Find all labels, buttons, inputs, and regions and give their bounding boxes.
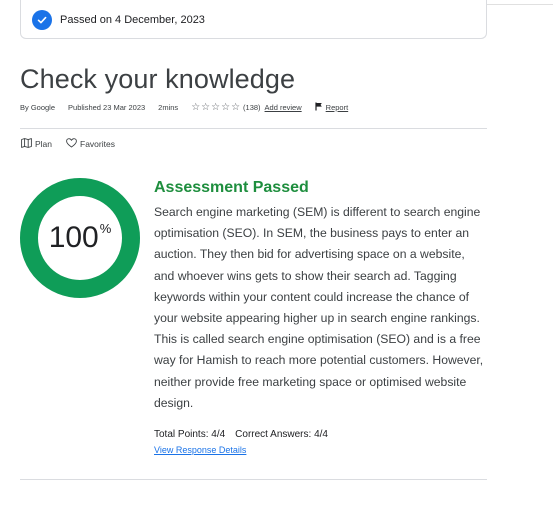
score-stats: Total Points: 4/4 Correct Answers: 4/4 xyxy=(154,429,328,440)
flag-icon xyxy=(315,102,323,113)
score-label: 100 % xyxy=(20,178,140,298)
header-divider xyxy=(20,128,487,129)
action-row: Plan Favorites xyxy=(21,138,129,150)
meta-row: By Google Published 23 Mar 2023 2mins ☆ … xyxy=(20,102,348,113)
author-label: By Google xyxy=(20,103,56,112)
star-icon[interactable]: ☆ xyxy=(191,102,200,113)
total-points: Total Points: 4/4 xyxy=(154,429,226,440)
add-review-link[interactable]: Add review xyxy=(265,103,302,112)
plan-label: Plan xyxy=(35,139,53,149)
score-percent-symbol: % xyxy=(99,221,112,236)
passed-date-text: Passed on 4 December, 2023 xyxy=(60,14,205,26)
correct-answers: Correct Answers: 4/4 xyxy=(235,429,328,440)
star-icon[interactable]: ☆ xyxy=(211,102,220,113)
map-icon xyxy=(21,138,32,150)
rating-stars[interactable]: ☆ ☆ ☆ ☆ ☆ xyxy=(191,102,240,113)
plan-button[interactable]: Plan xyxy=(21,138,52,150)
result-explanation: Search engine marketing (SEM) is differe… xyxy=(154,205,484,410)
page-title: Check your knowledge xyxy=(20,64,296,94)
top-divider xyxy=(487,4,553,5)
report-link[interactable]: Report xyxy=(326,103,349,112)
favorites-label: Favorites xyxy=(80,139,115,149)
heart-icon xyxy=(66,138,77,150)
score-value: 100 xyxy=(48,221,99,254)
published-date: Published 23 Mar 2023 xyxy=(68,103,146,112)
passed-banner: Passed on 4 December, 2023 xyxy=(20,0,487,39)
result-title: Assessment Passed xyxy=(154,179,309,196)
assessment-page: Passed on 4 December, 2023 Check your kn… xyxy=(0,0,553,517)
rating-count: (138) xyxy=(243,103,261,112)
star-icon[interactable]: ☆ xyxy=(201,102,210,113)
view-response-details-link[interactable]: View Response Details xyxy=(154,445,246,455)
star-icon[interactable]: ☆ xyxy=(231,102,240,113)
check-circle-icon xyxy=(32,10,52,30)
footer-divider xyxy=(20,479,487,480)
favorites-button[interactable]: Favorites xyxy=(66,138,115,150)
duration-label: 2mins xyxy=(158,103,179,112)
star-icon[interactable]: ☆ xyxy=(221,102,230,113)
